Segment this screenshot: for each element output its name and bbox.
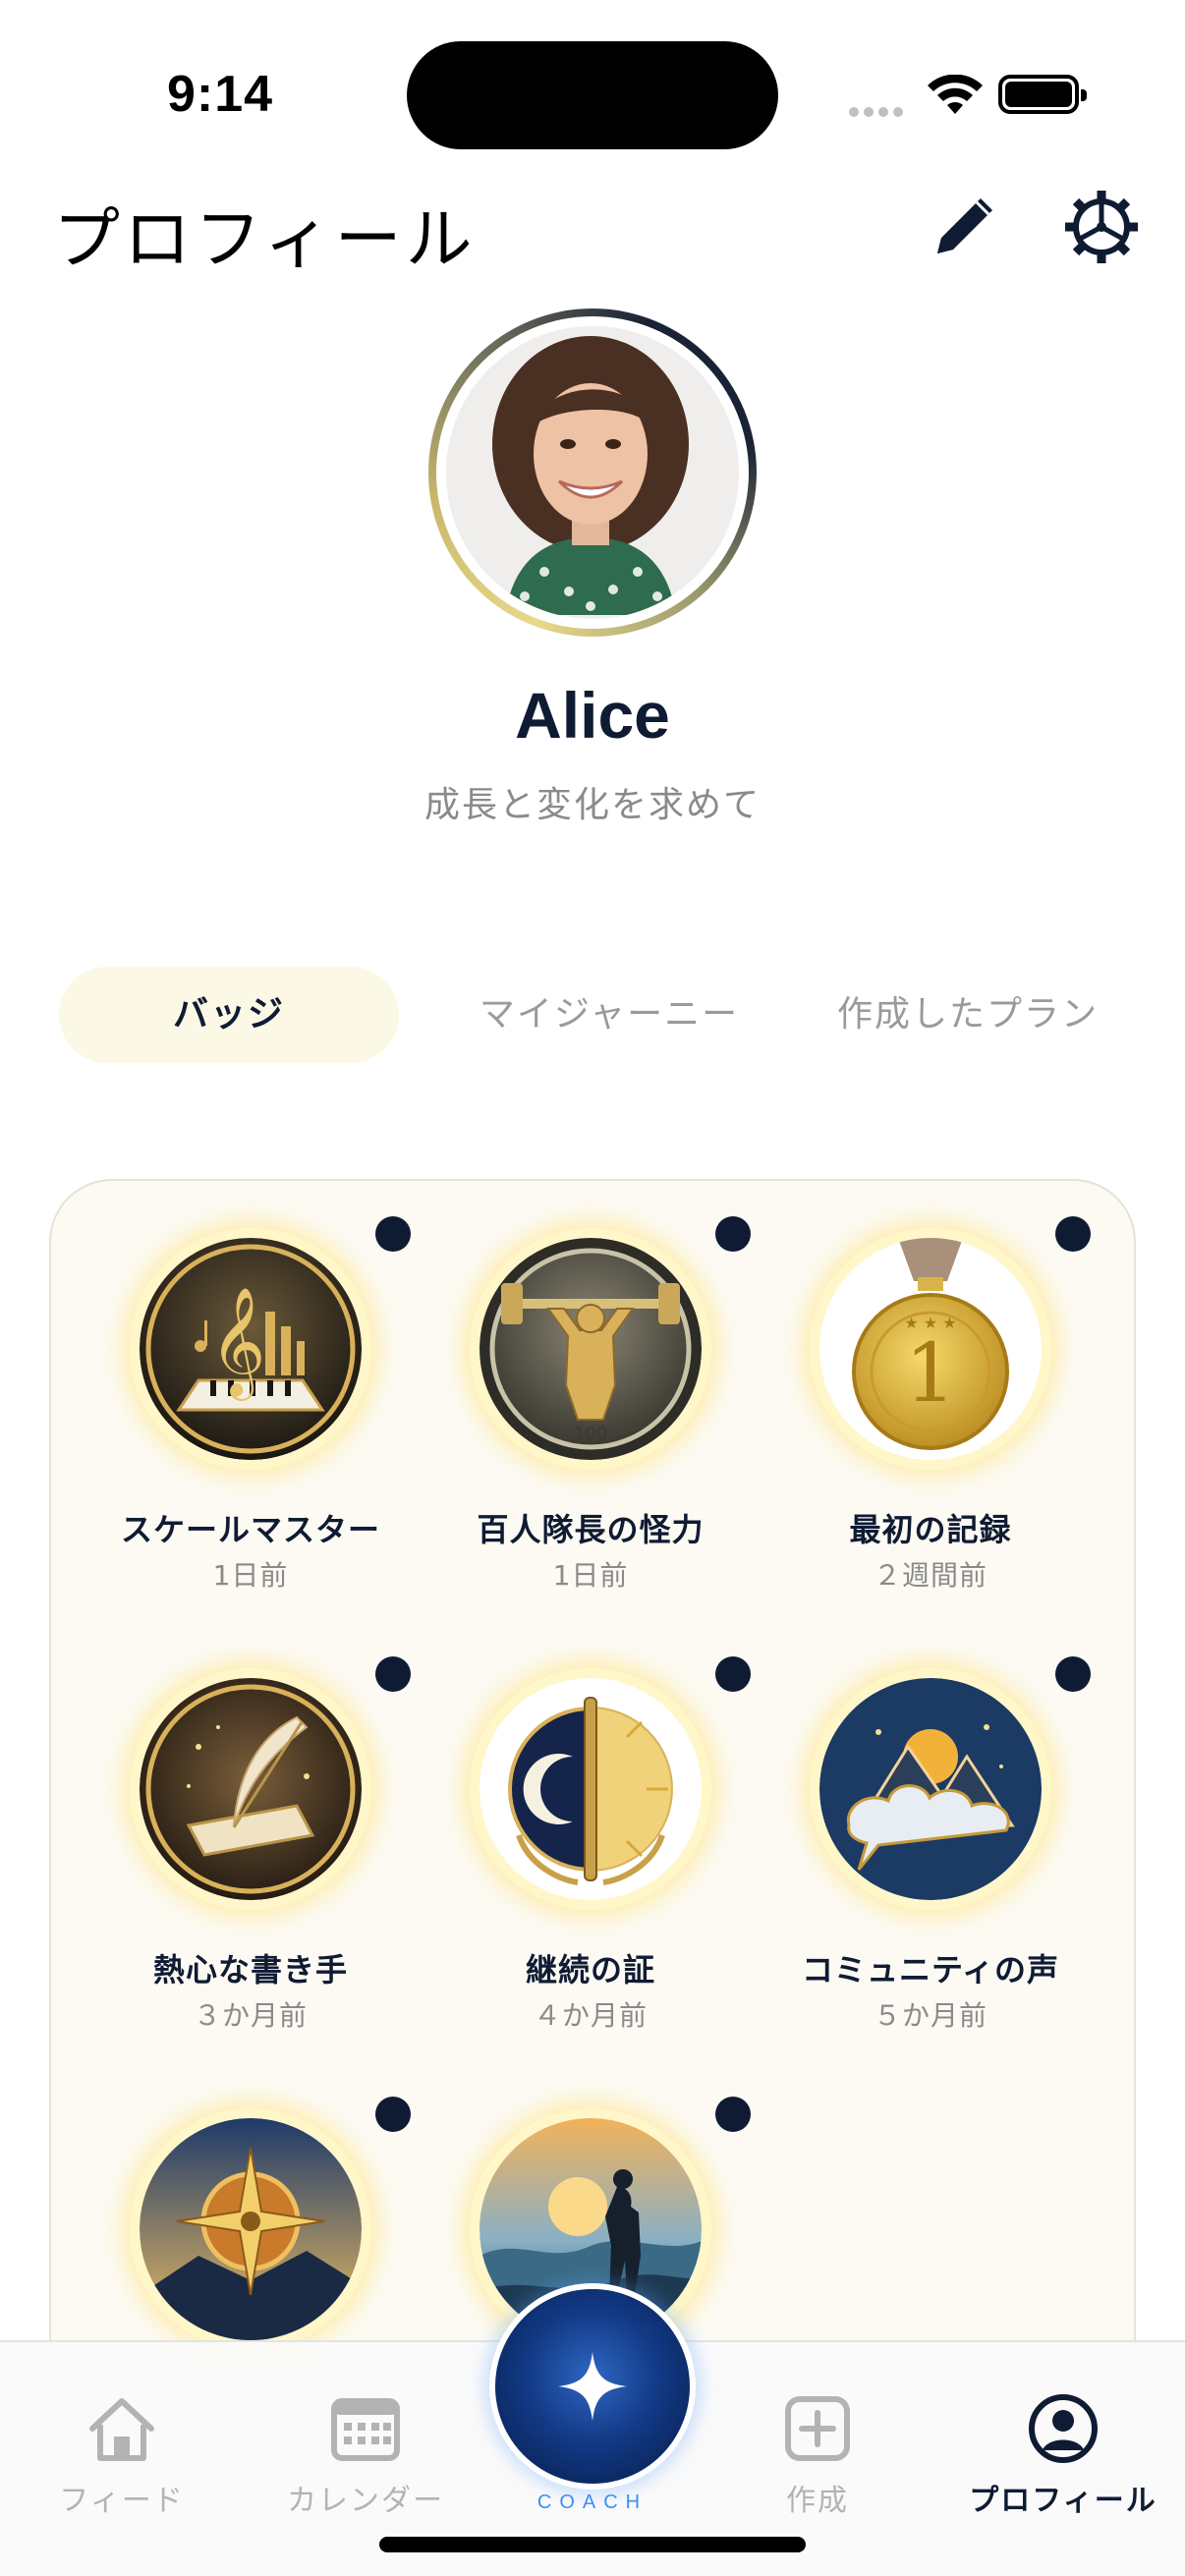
moon-sun-pen-medal-icon [480,1678,702,1900]
tab-my-journey[interactable]: マイジャーニー [432,967,786,1063]
tab-calendar[interactable]: カレンダー [267,2391,464,2519]
person-circle-icon [1029,2394,1098,2463]
badge-centurion-strength[interactable]: 100 百人隊長の怪力 1日前 [421,1181,761,1594]
badge-name: 熱心な書き手 [152,1951,348,1988]
battery-icon [998,75,1087,114]
edit-profile-button[interactable] [920,183,1008,271]
new-badge-indicator [1055,1216,1091,1252]
badge-community-voice[interactable]: コミュニティの声 ５か月前 [761,1621,1100,2034]
gear-icon [1065,191,1138,263]
pencil-icon [937,198,992,253]
page-title: プロフィール [53,201,477,279]
badge-first-record[interactable]: 1 ★ ★ ★ 最初の記録 ２週間前 [761,1181,1100,1594]
badge-time: ３か月前 [193,1999,308,2032]
nav-label: カレンダー [287,2484,444,2518]
badge-name: 継続の証 [525,1951,655,1988]
tab-feed[interactable]: フィード [24,2391,220,2519]
avatar[interactable] [428,308,757,637]
badge-time: 1日前 [212,1559,289,1592]
mountain-speech-bubble-medal-icon [819,1678,1042,1900]
sparkle-star-icon [558,2352,627,2421]
coach-button[interactable] [495,2289,690,2484]
badge-scale-master[interactable]: 𝄞 スケールマスター 1日前 [81,1181,421,1594]
svg-text:100: 100 [574,1424,607,1444]
new-badge-indicator [715,1216,751,1252]
piano-music-medal-icon: 𝄞 [140,1238,362,1460]
dynamic-island [407,41,778,149]
badge-time: 1日前 [552,1559,629,1592]
badge-time: ５か月前 [873,1999,988,2032]
badge-proof-of-continuity[interactable]: 継続の証 ４か月前 [421,1621,761,2034]
status-bar: 9:14 [0,0,1185,177]
quill-scroll-medal-icon [140,1678,362,1900]
coach-label: COACH [536,2492,649,2513]
calendar-icon [331,2398,400,2461]
home-indicator [379,2537,806,2552]
svg-text:1: 1 [905,1327,956,1421]
badge-name: 最初の記録 [849,1511,1012,1548]
new-badge-indicator [715,1656,751,1692]
badge-avid-writer[interactable]: 熱心な書き手 ３か月前 [81,1621,421,2034]
badge-name: 百人隊長の怪力 [477,1511,705,1548]
profile-tabs: バッジ マイジャーニー 作成したプラン [59,967,1140,1065]
plus-square-icon [785,2396,850,2461]
wifi-icon [928,74,983,120]
nav-label: プロフィール [969,2484,1157,2518]
tab-badges[interactable]: バッジ [59,967,399,1063]
svg-text:★ ★ ★: ★ ★ ★ [904,1314,956,1332]
nav-label: フィード [59,2484,185,2518]
gold-medal-1-icon: 1 ★ ★ ★ [819,1238,1042,1460]
compass-star-medal-icon [140,2118,362,2340]
new-badge-indicator [1055,1656,1091,1692]
weightlifter-100-medal-icon: 100 [480,1238,702,1460]
badge-name: コミュニティの声 [801,1951,1060,1988]
tab-created-plans[interactable]: 作成したプラン [796,967,1140,1063]
badge-time: ２週間前 [873,1559,988,1592]
badge-time: ４か月前 [533,1999,648,2032]
settings-button[interactable] [1057,183,1146,271]
status-time: 9:14 [167,66,274,123]
home-icon [89,2398,154,2461]
new-badge-indicator [715,2097,751,2132]
new-badge-indicator [375,1656,411,1692]
user-bio: 成長と変化を求めて [423,785,761,825]
new-badge-indicator [375,1216,411,1252]
tab-profile[interactable]: プロフィール [965,2391,1161,2519]
badge-name: スケールマスター [120,1511,380,1548]
new-badge-indicator [375,2097,411,2132]
svg-text:𝄞: 𝄞 [210,1286,266,1401]
tab-create[interactable]: 作成 [719,2391,916,2519]
nav-label: 作成 [786,2484,849,2518]
cellular-signal-icon [849,102,908,121]
user-name: Alice [515,679,670,752]
